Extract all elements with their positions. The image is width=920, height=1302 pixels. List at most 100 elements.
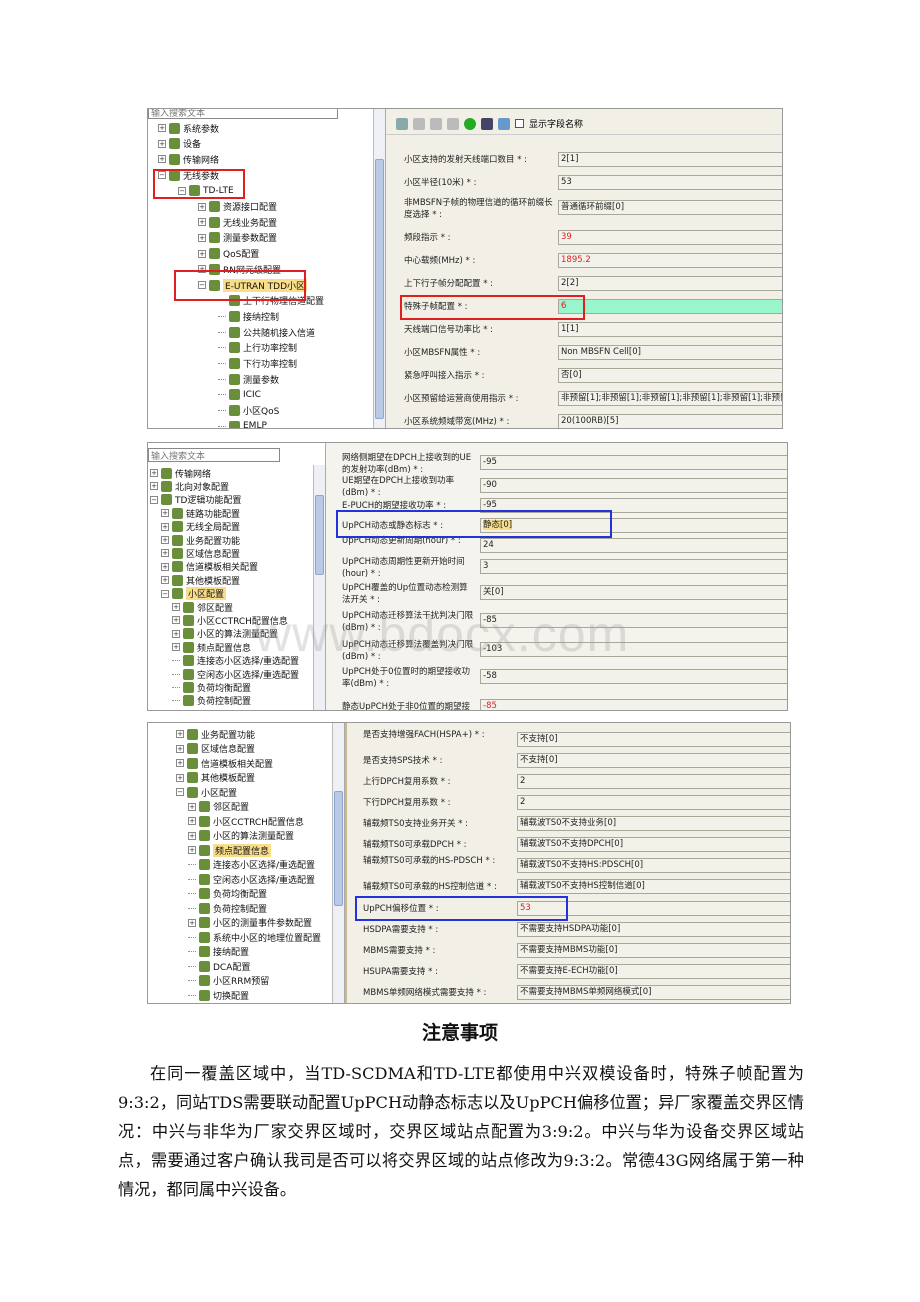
tree-item[interactable]: 系统中小区的地理位置配置 [188,930,321,944]
expand-icon[interactable]: + [172,643,180,652]
scrollbar[interactable] [313,465,325,710]
tree-item[interactable]: + 邻区配置 [172,600,233,614]
tree-item[interactable]: + 频点配置信息 [172,640,251,654]
tree-item[interactable]: 小区QoS [218,404,279,418]
refresh-icon[interactable] [464,117,476,130]
expand-icon[interactable]: + [176,730,184,738]
expand-icon[interactable]: + [188,846,196,854]
expand-icon[interactable]: + [198,233,206,242]
tree-item[interactable]: + 链路功能配置 [161,506,240,520]
expand-icon[interactable]: + [188,831,196,840]
field-value[interactable]: 不需要支持HSDPA功能[0] [517,922,790,937]
expand-icon[interactable]: + [188,918,196,927]
tree-item[interactable]: + 设备 [158,137,201,151]
expand-icon[interactable]: + [158,155,166,164]
field-value[interactable]: 不支持[0] [517,732,790,747]
copy-icon[interactable] [447,117,459,130]
collapse-icon[interactable]: − [161,589,169,598]
tree-item[interactable]: − TD逻辑功能配置 [150,493,241,507]
tree-item[interactable]: + 小区CCTRCH配置信息 [188,814,304,828]
find-icon[interactable] [481,117,493,130]
tree-item[interactable]: + 小区的测量事件参数配置 [188,916,312,930]
scrollbar[interactable] [373,109,385,428]
tree-item[interactable]: + 测量参数配置 [198,231,277,245]
field-value[interactable]: 3 [480,559,787,574]
field-value[interactable]: 辅载波TS0不支持HS:PDSCH[0] [517,858,790,873]
field-value[interactable]: 2[1] [558,152,782,167]
window-icon[interactable] [498,117,510,130]
tree-item[interactable]: 公共随机接入信道 [218,325,315,339]
field-value[interactable]: 2 [517,774,790,789]
field-value[interactable]: 不支持[0] [517,753,790,768]
tree-item[interactable]: + 系统参数 [158,121,219,135]
field-value[interactable]: 辅载波TS0不支持DPCH[0] [517,837,790,852]
expand-icon[interactable]: + [150,482,158,491]
tree-item[interactable]: + QoS配置 [198,247,259,261]
field-value[interactable]: 20(100RB)[5] [558,414,782,428]
collapse-icon[interactable]: − [176,788,184,796]
tree-item[interactable]: − 小区配置 [161,587,227,601]
tree-item[interactable]: + 无线全局配置 [161,520,240,534]
expand-icon[interactable]: + [188,817,196,825]
tree-item[interactable]: + 其他模板配置 [161,573,240,587]
tree-item[interactable]: 负荷控制配置 [188,901,267,915]
tree-item[interactable]: DCA配置 [188,959,250,973]
field-value[interactable]: 1[1] [558,322,782,337]
tree-item[interactable]: 负荷均衡配置 [172,680,251,694]
field-value[interactable]: 普通循环前缀[0] [558,200,782,215]
tree-item[interactable]: 负荷均衡配置 [188,887,267,901]
tree-item[interactable]: + 区域信息配置 [176,742,255,756]
expand-icon[interactable]: + [161,562,169,571]
tree-item[interactable]: + 小区的算法测量配置 [188,829,294,843]
expand-icon[interactable]: + [161,549,169,558]
tree-item[interactable]: 测量参数 [218,372,279,386]
field-value[interactable]: 不需要支持E-ECH功能[0] [517,964,790,979]
field-value[interactable]: 6 [558,299,782,314]
expand-icon[interactable]: + [176,744,184,753]
tree-item[interactable]: 上行功率控制 [218,341,297,355]
tree-item[interactable]: + 传输网络 [158,152,219,166]
tree-item[interactable]: + 业务配置功能 [161,533,240,547]
expand-icon[interactable]: + [172,603,180,611]
expand-icon[interactable]: + [158,124,166,132]
collapse-icon[interactable]: − [150,495,158,504]
field-value[interactable]: Non MBSFN Cell[0] [558,345,782,360]
field-value[interactable]: 不需要支持MBMS功能[0] [517,943,790,958]
search-input[interactable]: 输入搜索文本 [148,448,280,462]
field-value[interactable]: 不需要支持MBMS单频网络模式[0] [517,985,790,1000]
tree-item[interactable]: 负荷控制配置 [172,694,251,708]
save-icon[interactable] [430,117,442,130]
field-value[interactable]: 辅载波TS0不支持HS控制信道[0] [517,879,790,894]
tree-item[interactable]: 下行功率控制 [218,357,297,371]
expand-icon[interactable]: + [172,616,180,625]
field-value[interactable]: 39 [558,230,782,245]
tree-item[interactable]: 空闲态小区选择/重选配置 [172,667,299,681]
tree-item[interactable]: 小区RRM预留 [188,974,269,988]
scrollbar[interactable] [332,723,344,1003]
expand-icon[interactable]: + [198,249,206,258]
undo-icon[interactable] [413,117,425,130]
field-value[interactable]: 关[0] [480,585,787,600]
tree-item[interactable]: + 其他模板配置 [176,771,255,785]
field-value[interactable]: 辅载波TS0不支持业务[0] [517,816,790,831]
tree-item[interactable]: + 信道模板相关配置 [176,756,273,770]
field-value[interactable]: -90 [480,478,787,493]
expand-icon[interactable]: + [188,802,196,811]
tree-item[interactable]: + 北向对象配置 [150,479,229,493]
tree-item[interactable]: 连接态小区选择/重选配置 [188,858,315,872]
tree-item[interactable]: ICIC [218,388,261,402]
tree-item[interactable]: + 传输网络 [150,466,211,480]
expand-icon[interactable]: + [161,576,169,585]
expand-icon[interactable]: + [172,629,180,638]
tree-item[interactable]: 切换配置 [188,988,249,1002]
tree-item[interactable]: + 无线业务配置 [198,215,277,229]
expand-icon[interactable]: + [161,509,169,518]
expand-icon[interactable]: + [198,218,206,227]
field-value[interactable]: 53 [558,175,782,190]
tree-item[interactable]: EMLP [218,419,267,428]
field-value[interactable]: -95 [480,455,787,470]
expand-icon[interactable]: + [161,536,169,544]
tree-item[interactable]: 空闲态小区选择/重选配置 [188,872,315,886]
tree-item[interactable]: + 资源接口配置 [198,200,277,214]
tree-item[interactable]: 接纳配置 [188,945,249,959]
